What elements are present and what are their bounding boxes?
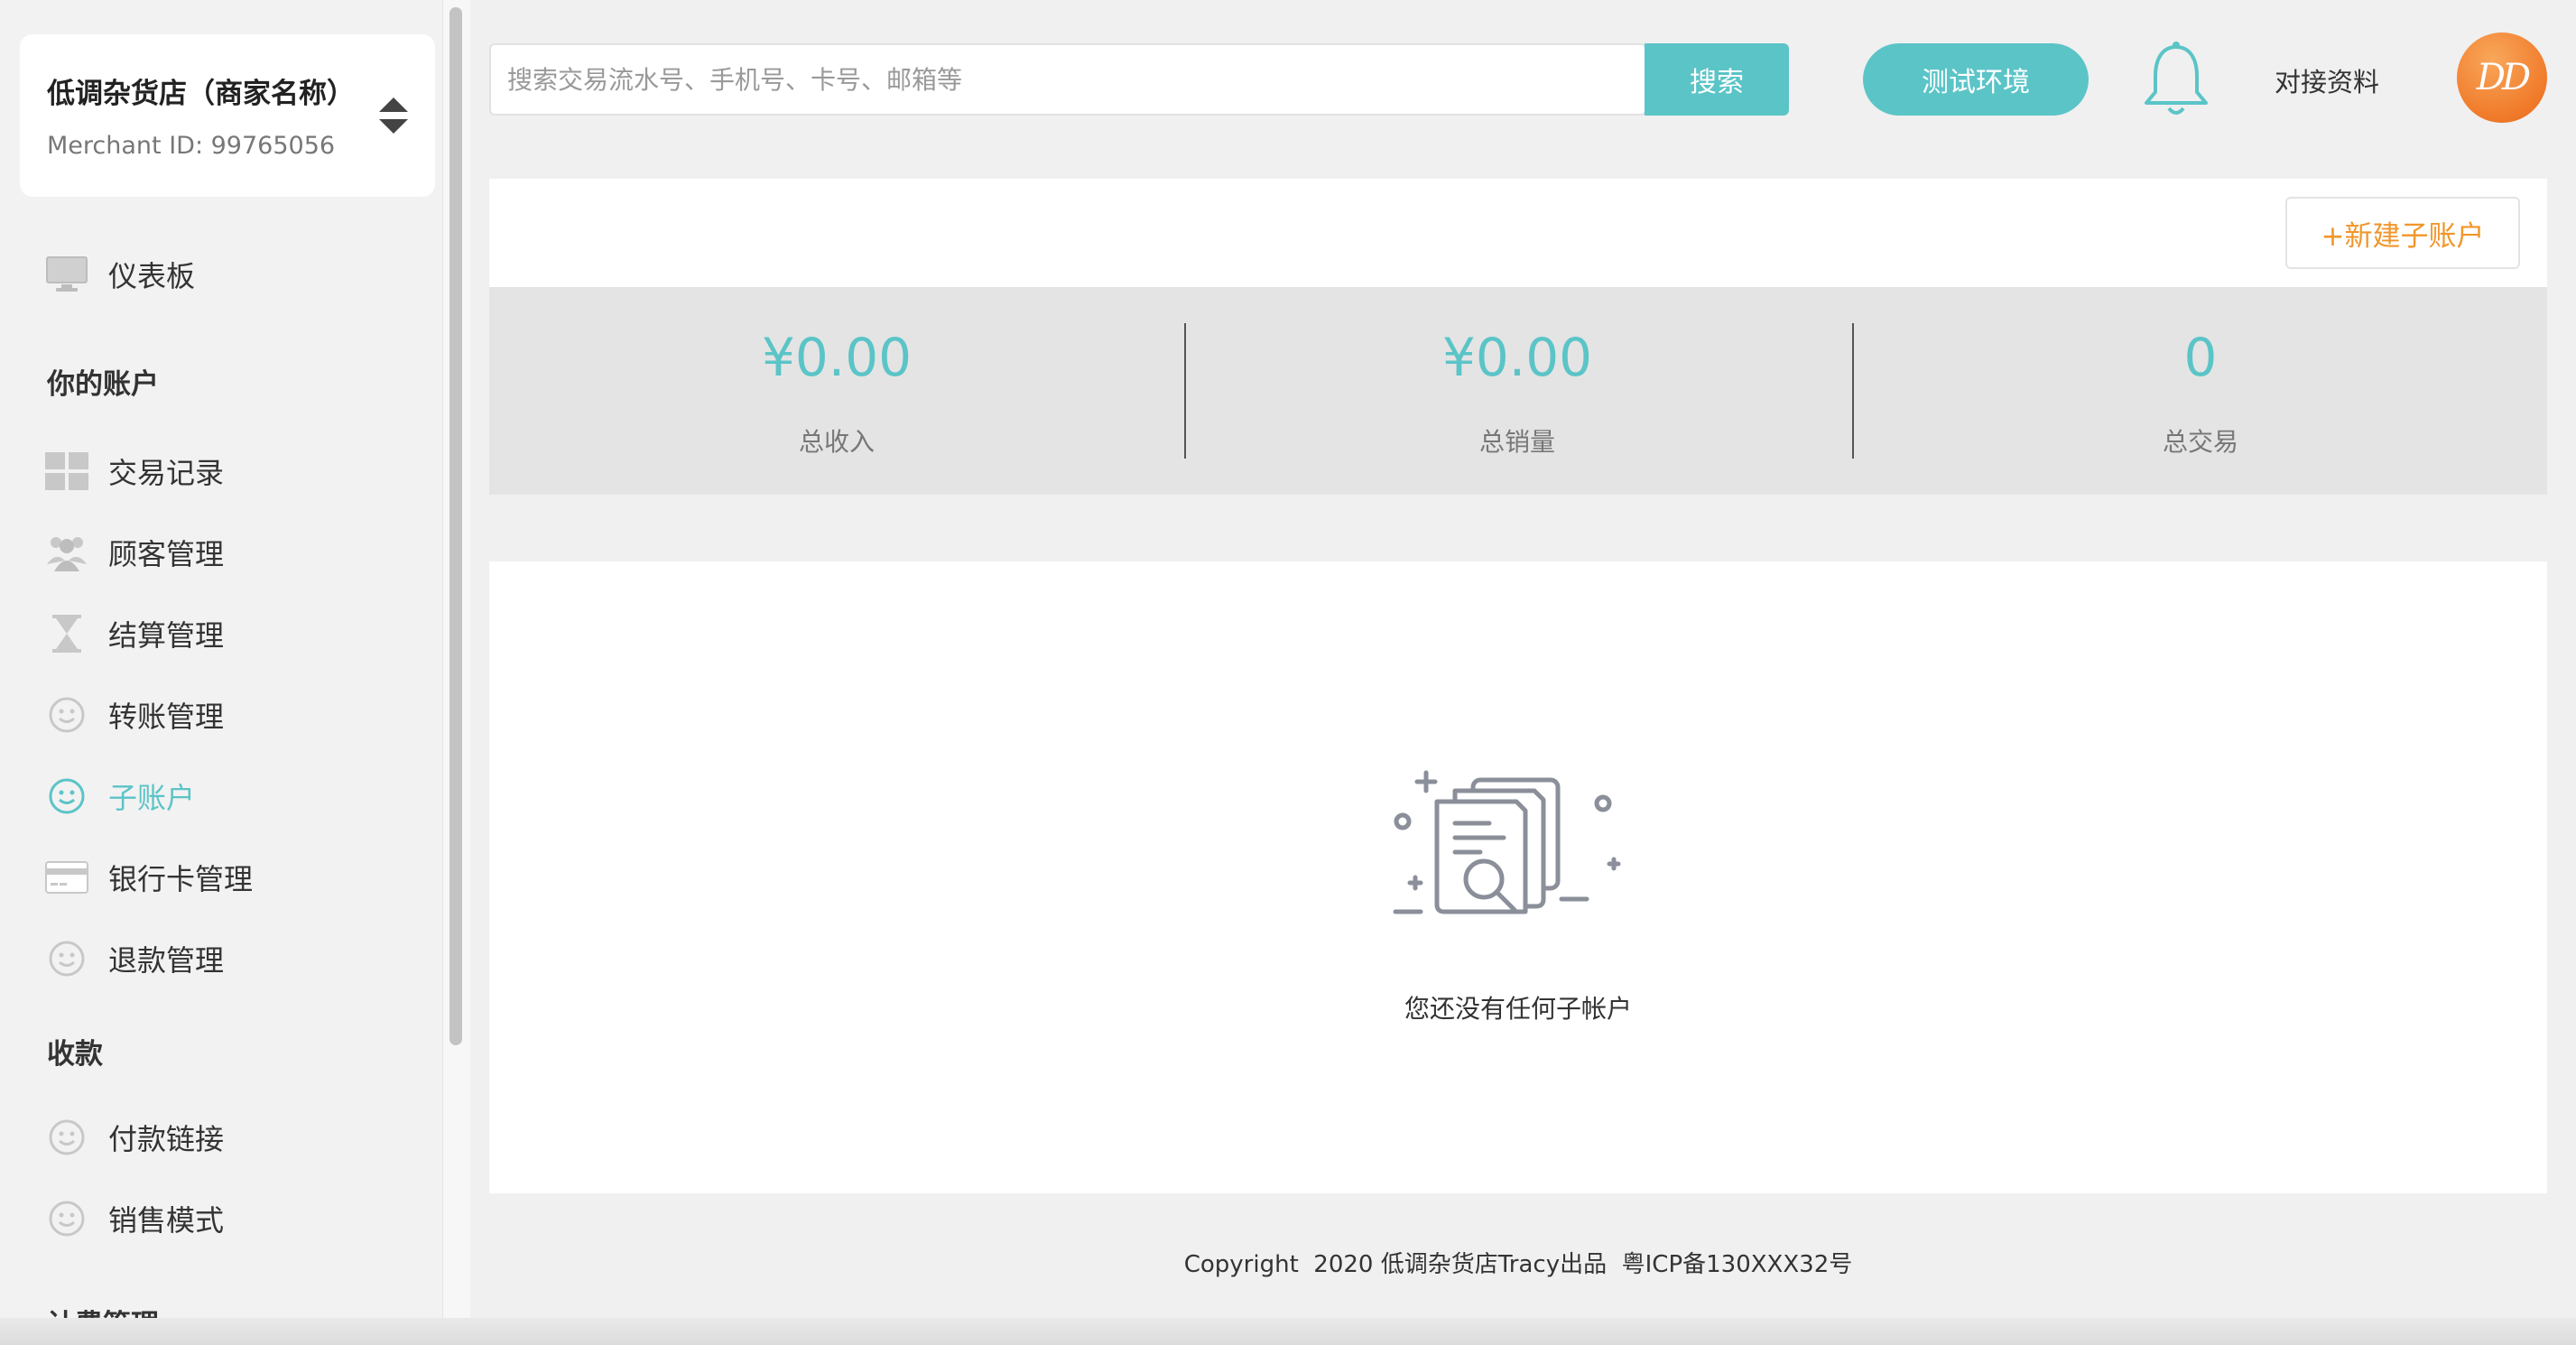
hourglass-icon [45, 612, 88, 655]
search-box [489, 43, 1646, 116]
sidebar-item-payment-links[interactable]: 付款链接 [45, 1110, 424, 1164]
sidebar-item-label: 银行卡管理 [108, 862, 254, 896]
bell-icon[interactable] [2137, 40, 2215, 119]
stat-value: ¥0.00 [1441, 327, 1593, 388]
sidebar-item-label: 退款管理 [108, 943, 225, 978]
sidebar-item-settlement[interactable]: 结算管理 [45, 607, 424, 661]
section-title-account: 你的账户 [47, 368, 159, 401]
sidebar-item-label: 结算管理 [108, 618, 225, 653]
sidebar-item-label: 顾客管理 [108, 537, 225, 571]
merchant-id: Merchant ID: 99765056 [47, 132, 336, 160]
sidebar-item-label: 交易记录 [108, 456, 225, 490]
stat-total-sales: ¥0.00 总销量 [1186, 287, 1849, 495]
sidebar-item-label: 销售模式 [108, 1203, 225, 1238]
search-input[interactable] [491, 45, 1643, 114]
smiley-icon [45, 937, 88, 980]
sidebar-item-transfers[interactable]: 转账管理 [45, 688, 424, 742]
grid-icon [45, 450, 88, 493]
users-icon [45, 531, 88, 574]
smiley-icon [45, 1116, 88, 1159]
stat-label: 总销量 [1478, 427, 1555, 457]
card-icon [45, 856, 88, 899]
stat-total-income: ¥0.00 总收入 [489, 287, 1184, 495]
new-subaccount-button[interactable]: +新建子账户 [2285, 197, 2520, 269]
sidebar-item-sales-mode[interactable]: 销售模式 [45, 1192, 424, 1246]
subaccount-toolbar [489, 179, 2547, 287]
footer-copyright: Copyright 2020 低调杂货店Tracy出品 粤ICP备130XXX3… [1183, 1251, 1853, 1278]
sidebar: 低调杂货店（商家名称） Merchant ID: 99765056 仪表板 你的… [0, 0, 442, 1318]
test-environment-button[interactable]: 测试环境 [1863, 43, 2089, 116]
stat-total-transactions: 0 总交易 [1854, 287, 2547, 495]
stat-value: ¥0.00 [761, 327, 913, 388]
sidebar-item-dashboard[interactable]: 仪表板 [45, 247, 424, 301]
smiley-icon [45, 775, 88, 818]
integration-docs-link[interactable]: 对接资料 [2275, 61, 2379, 99]
stat-label: 总收入 [798, 427, 875, 457]
sidebar-item-customers[interactable]: 顾客管理 [45, 525, 424, 580]
search-button[interactable]: 搜索 [1645, 43, 1789, 116]
section-title-billing: 计费管理 [47, 1302, 159, 1318]
section-title-payments: 收款 [47, 1038, 103, 1071]
empty-document-search-icon [1393, 770, 1621, 914]
sidebar-item-label: 仪表板 [108, 259, 196, 293]
sidebar-item-bank-cards[interactable]: 银行卡管理 [45, 850, 424, 904]
sidebar-item-refunds[interactable]: 退款管理 [45, 932, 424, 986]
sidebar-item-label: 子账户 [108, 781, 196, 815]
sidebar-item-transactions[interactable]: 交易记录 [45, 444, 424, 498]
sidebar-item-subaccounts[interactable]: 子账户 [45, 769, 424, 823]
stats-bar: ¥0.00 总收入 ¥0.00 总销量 0 总交易 [489, 287, 2547, 495]
smiley-icon [45, 693, 88, 737]
window-bottom-edge [0, 1318, 2576, 1345]
stat-value: 0 [2183, 327, 2218, 388]
sidebar-scrollbar-thumb[interactable] [449, 7, 462, 1045]
merchant-card[interactable]: 低调杂货店（商家名称） Merchant ID: 99765056 [20, 34, 435, 197]
avatar[interactable]: DD [2457, 32, 2547, 123]
switch-merchant-icon[interactable] [377, 94, 410, 137]
sidebar-item-label: 付款链接 [108, 1122, 225, 1156]
stat-label: 总交易 [2162, 427, 2238, 457]
empty-state-message: 您还没有任何子帐户 [1404, 994, 1632, 1024]
sidebar-item-label: 转账管理 [108, 700, 225, 734]
merchant-name: 低调杂货店（商家名称） [47, 78, 355, 110]
smiley-icon [45, 1197, 88, 1240]
monitor-icon [45, 253, 88, 296]
